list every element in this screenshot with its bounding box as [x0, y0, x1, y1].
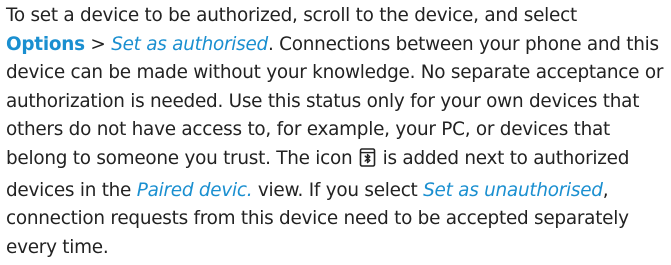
text-line-6-b: is added next to authorized [377, 147, 630, 169]
text-line-8: connection requests from this device nee… [6, 208, 629, 230]
line-7: devices in the Paired devic. view. If yo… [6, 177, 668, 206]
set-as-authorised-option: Set as authorised [111, 33, 268, 55]
text-line-9: every time. [6, 236, 109, 258]
line-1: To set a device to be authorized, scroll… [6, 2, 668, 31]
line-5: others do not have access to, for exampl… [6, 116, 668, 145]
set-as-unauthorised-option: Set as unauthorised [423, 179, 603, 201]
document-paragraph: To set a device to be authorized, scroll… [6, 2, 668, 262]
line-6: belong to someone you trust. The icon is… [6, 145, 668, 177]
text-line-6-a: belong to someone you trust. The icon [6, 147, 359, 169]
line-8: connection requests from this device nee… [6, 205, 668, 234]
line-9: every time. [6, 234, 668, 263]
options-menu-label: Options [6, 33, 85, 55]
line-3: device can be made without your knowledg… [6, 59, 668, 88]
text-line-4: authorization is needed. Use this status… [6, 90, 640, 112]
text-line-5: others do not have access to, for exampl… [6, 119, 610, 141]
text-line-7-b: view. If you select [252, 179, 424, 201]
text-line-2-rest: . Connections between your phone and thi… [267, 33, 659, 55]
text-line-7-c: , [602, 179, 609, 201]
text-line-1: To set a device to be authorized, scroll… [6, 5, 577, 26]
text-line-3: device can be made without your knowledg… [6, 62, 664, 84]
menu-separator: > [84, 33, 112, 55]
line-2: Options > Set as authorised. Connections… [6, 31, 668, 60]
authorized-device-icon [359, 148, 376, 177]
line-4: authorization is needed. Use this status… [6, 88, 668, 117]
text-line-7-a: devices in the [6, 179, 137, 201]
paired-devices-view-label: Paired devic. [136, 179, 253, 201]
